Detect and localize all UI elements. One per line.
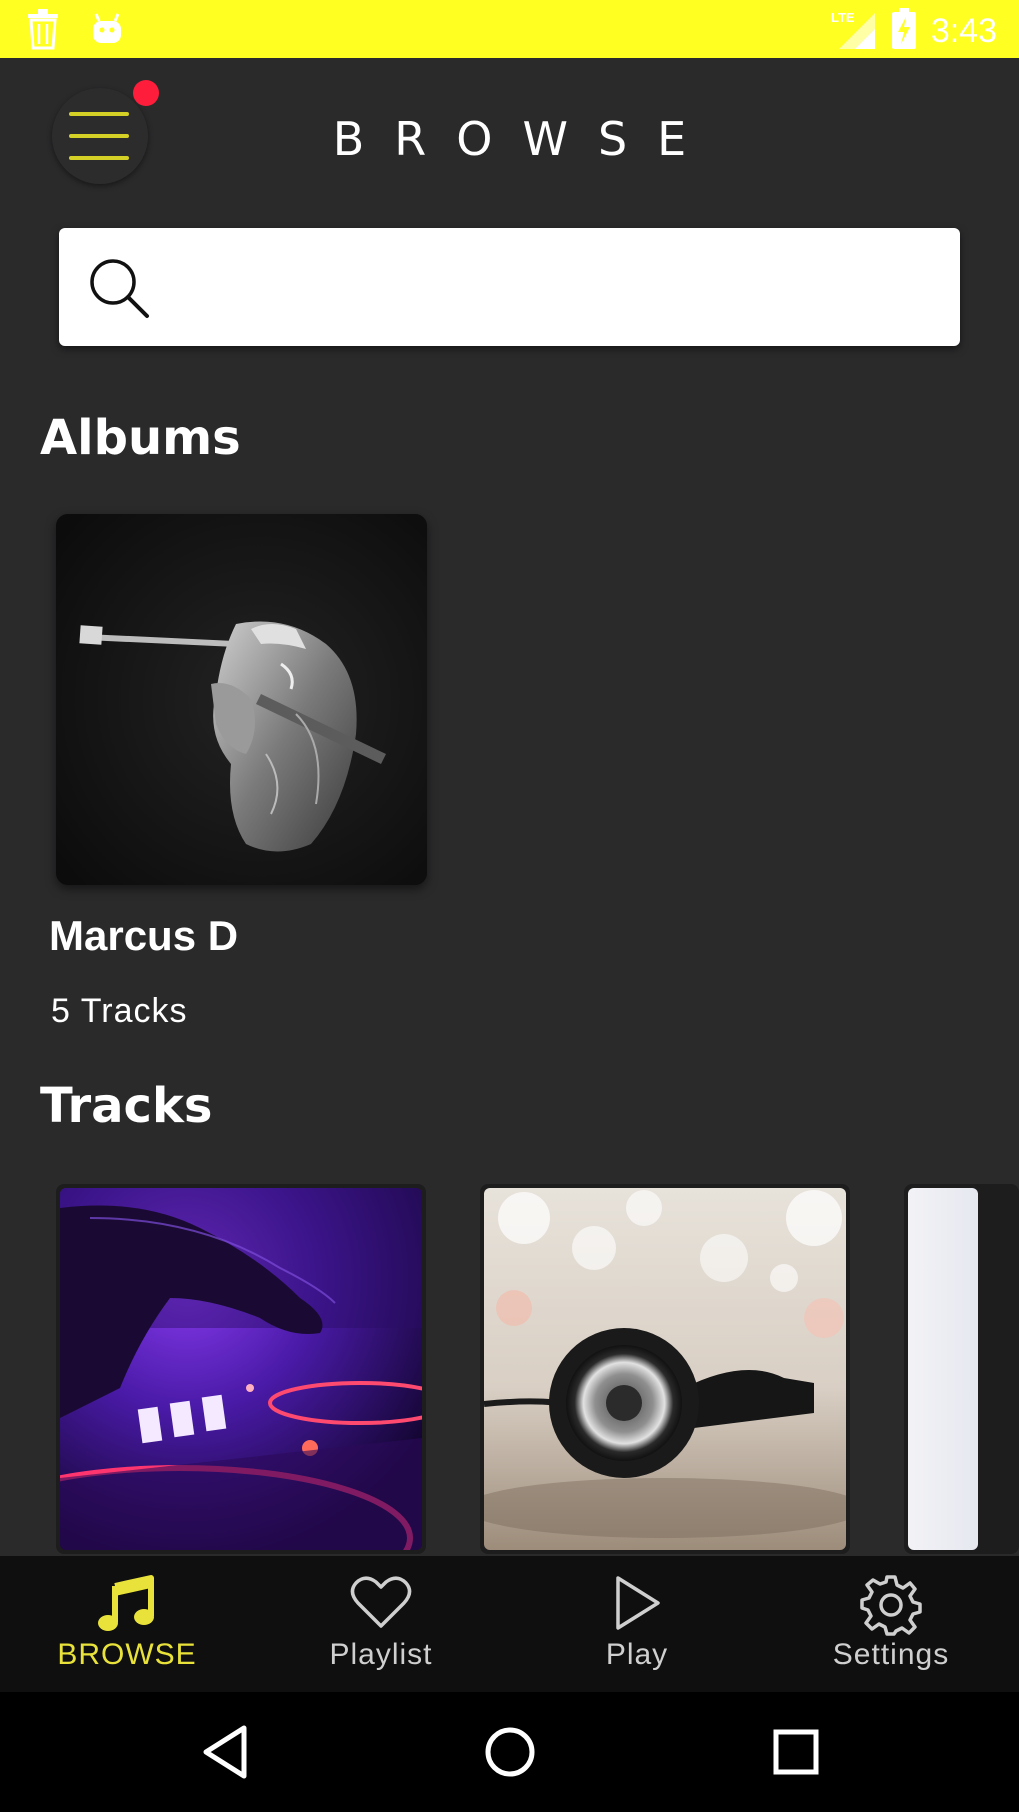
nav-item-settings[interactable]: Settings (764, 1556, 1018, 1692)
status-time: 3:43 (930, 12, 997, 50)
nav-label: BROWSE (57, 1638, 197, 1671)
album-cover-image (56, 514, 427, 885)
home-icon[interactable] (474, 1716, 546, 1788)
album-card[interactable] (56, 514, 427, 885)
search-icon (87, 256, 151, 325)
nav-item-play[interactable]: Play (510, 1556, 764, 1692)
tracks-section-title: Tracks (40, 1078, 213, 1134)
signal-icon: LTE (831, 9, 877, 54)
albums-section-title: Albums (40, 410, 241, 466)
system-navigation-bar (0, 1692, 1019, 1812)
search-input[interactable] (169, 248, 939, 326)
back-icon[interactable] (190, 1716, 262, 1788)
nav-item-playlist[interactable]: Playlist (254, 1556, 508, 1692)
track-cover-image (60, 1188, 422, 1550)
android-icon (90, 11, 124, 52)
nav-label: Playlist (329, 1638, 433, 1671)
track-card[interactable] (904, 1184, 1019, 1554)
nav-label: Settings (832, 1638, 950, 1671)
nav-item-browse[interactable]: BROWSE (0, 1556, 254, 1692)
battery-charging-icon (891, 8, 917, 55)
notification-dot (133, 80, 159, 106)
album-track-count: 5 Tracks (51, 992, 188, 1030)
bottom-navigation: BROWSE Playlist Play Settings (0, 1556, 1019, 1692)
play-icon (612, 1574, 662, 1637)
track-card[interactable] (56, 1184, 426, 1554)
album-name[interactable]: Marcus D (49, 912, 238, 960)
heart-icon (350, 1574, 412, 1635)
nav-label: Play (605, 1638, 669, 1671)
recents-icon[interactable] (760, 1716, 832, 1788)
search-bar[interactable] (59, 228, 960, 346)
svg-text:LTE: LTE (831, 10, 855, 25)
track-cover-image (484, 1188, 846, 1550)
music-note-icon (97, 1574, 157, 1639)
gear-icon (860, 1574, 922, 1641)
trash-icon (26, 8, 60, 55)
status-bar: LTE 3:43 (0, 0, 1019, 58)
page-title: BROWSE (332, 112, 717, 166)
track-card[interactable] (480, 1184, 850, 1554)
